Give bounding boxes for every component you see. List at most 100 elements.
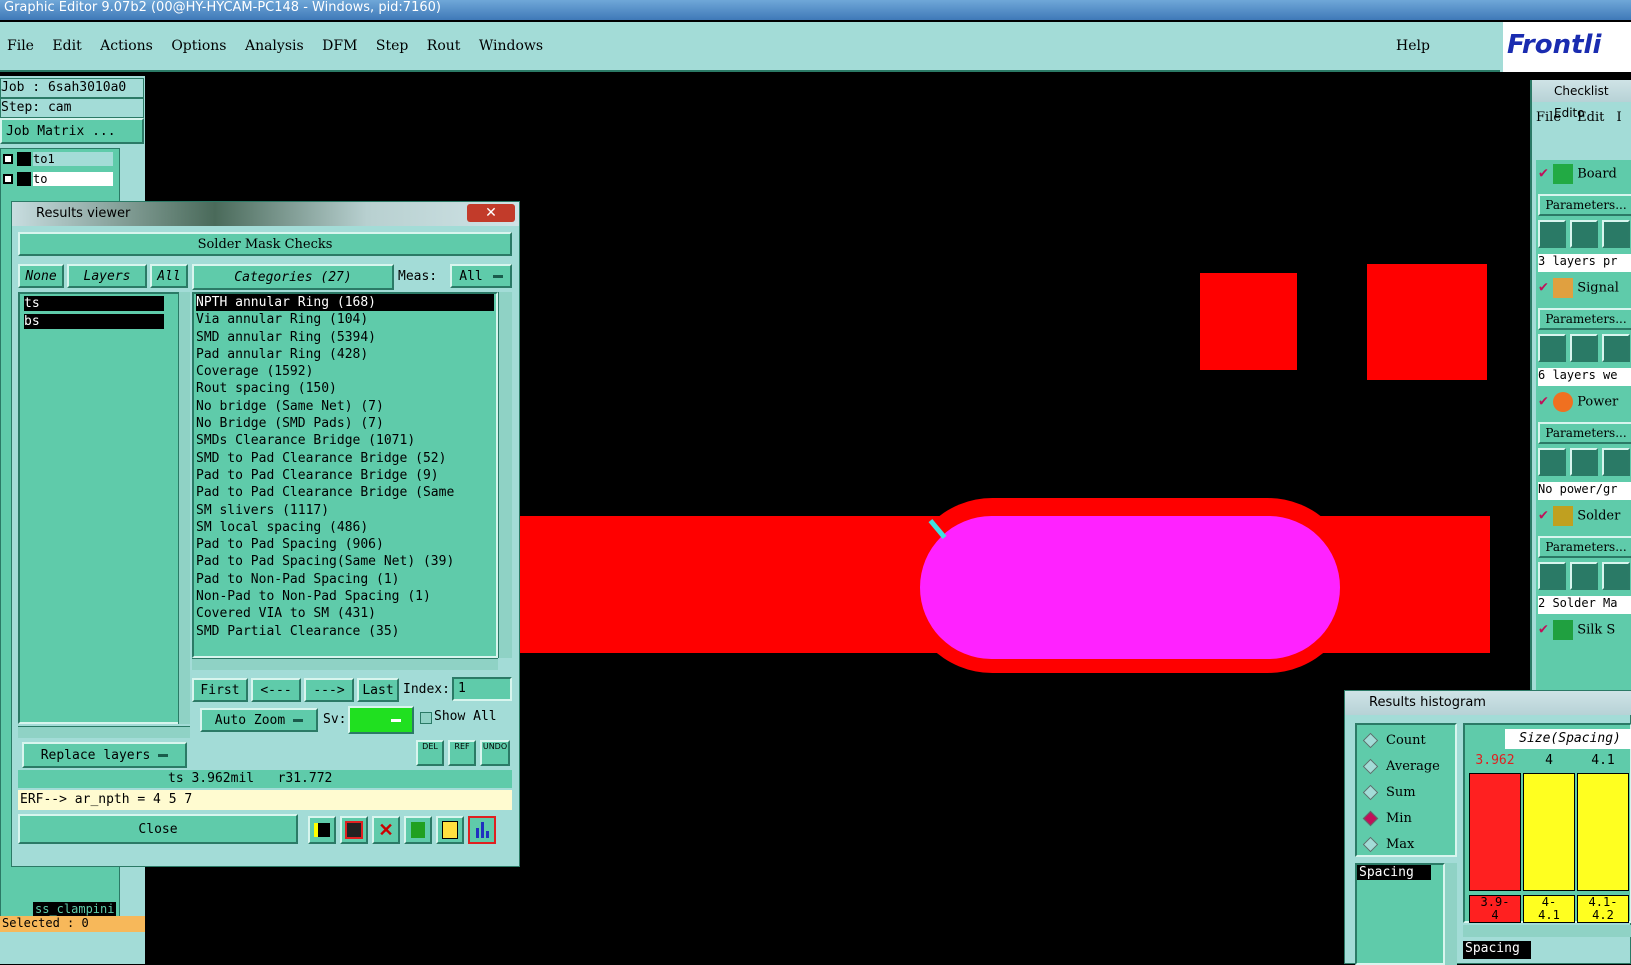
layer-row[interactable]: to1 — [3, 151, 115, 167]
category-item[interactable]: SMD Partial Clearance (35) — [196, 623, 494, 640]
layers-hscroll[interactable] — [18, 726, 190, 738]
categories-button[interactable]: Categories (27) — [192, 264, 394, 290]
menu-actions[interactable]: Actions — [100, 38, 153, 54]
check-row[interactable]: ✔ Signal — [1538, 278, 1619, 298]
replace-layers-select[interactable]: Replace layers — [22, 742, 187, 768]
categories-hscroll[interactable] — [192, 658, 498, 670]
histogram-list[interactable]: Spacing — [1355, 863, 1445, 965]
run-icon[interactable] — [1538, 562, 1566, 590]
run-icon[interactable] — [1538, 334, 1566, 362]
category-item[interactable]: Pad to Pad Clearance Bridge (Same — [196, 484, 494, 501]
categories-scrollbar[interactable] — [498, 292, 512, 658]
category-item[interactable]: Via annular Ring (104) — [196, 311, 494, 328]
run-icon[interactable] — [1570, 448, 1598, 476]
menu-step[interactable]: Step — [376, 38, 408, 54]
run-icon[interactable] — [1602, 220, 1630, 248]
close-button[interactable]: Close — [18, 814, 298, 844]
index-input[interactable]: 1 — [452, 677, 512, 701]
menu-windows[interactable]: Windows — [479, 38, 543, 54]
menu-help[interactable]: Help — [1396, 38, 1430, 54]
last-button[interactable]: Last — [357, 678, 399, 702]
none-button[interactable]: None — [18, 264, 64, 288]
highlight-icon[interactable] — [340, 816, 368, 844]
category-item[interactable]: SMDs Clearance Bridge (1071) — [196, 432, 494, 449]
layers-button[interactable]: Layers — [67, 264, 147, 288]
histogram-list-scrollbar[interactable] — [1445, 863, 1457, 965]
prev-button[interactable]: <--- — [251, 678, 301, 702]
menu-file[interactable]: File — [7, 38, 34, 54]
parameters-button[interactable]: Parameters... — [1538, 536, 1631, 558]
category-item[interactable]: SM local spacing (486) — [196, 519, 494, 536]
layer-row[interactable]: to — [3, 171, 115, 187]
menu-analysis[interactable]: Analysis — [245, 38, 304, 54]
category-item[interactable]: Coverage (1592) — [196, 363, 494, 380]
check-row[interactable]: ✔ Board — [1538, 164, 1617, 184]
option-count[interactable]: Count — [1357, 727, 1455, 753]
run-icon[interactable] — [1570, 562, 1598, 590]
category-item[interactable]: Pad to Pad Spacing(Same Net) (39) — [196, 553, 494, 570]
histogram-hscroll[interactable] — [1463, 925, 1631, 937]
category-item[interactable]: SM slivers (1117) — [196, 502, 494, 519]
run-icon[interactable] — [1602, 562, 1630, 590]
del-button[interactable]: DEL — [416, 740, 444, 766]
check-row[interactable]: ✔ Solder — [1538, 506, 1620, 526]
run-icon[interactable] — [1538, 448, 1566, 476]
flag-icon[interactable] — [308, 816, 336, 844]
layer-item[interactable]: bs — [24, 314, 164, 329]
first-button[interactable]: First — [192, 678, 248, 702]
meas-select[interactable]: All — [450, 264, 512, 288]
erf-clear-icon[interactable]: ✕ — [372, 816, 400, 844]
run-icon[interactable] — [1570, 334, 1598, 362]
category-item[interactable]: No Bridge (SMD Pads) (7) — [196, 415, 494, 432]
option-max[interactable]: Max — [1357, 831, 1455, 857]
close-icon[interactable]: ✕ — [467, 204, 515, 222]
category-item[interactable]: Non-Pad to Non-Pad Spacing (1) — [196, 588, 494, 605]
option-average[interactable]: Average — [1357, 753, 1455, 779]
category-item[interactable]: Covered VIA to SM (431) — [196, 605, 494, 622]
category-item[interactable]: Pad to Pad Clearance Bridge (9) — [196, 467, 494, 484]
job-matrix-button[interactable]: Job Matrix ... — [0, 118, 144, 144]
category-item[interactable]: Pad to Pad Spacing (906) — [196, 536, 494, 553]
category-item[interactable]: Pad to Non-Pad Spacing (1) — [196, 571, 494, 588]
checklist-menu-more[interactable]: I — [1617, 110, 1622, 125]
category-item[interactable]: NPTH annular Ring (168) — [196, 294, 494, 312]
run-icon[interactable] — [1602, 448, 1630, 476]
histogram-bar[interactable] — [1577, 773, 1629, 891]
report-icon[interactable] — [436, 816, 464, 844]
auto-zoom-select[interactable]: Auto Zoom — [200, 708, 318, 732]
menu-rout[interactable]: Rout — [427, 38, 461, 54]
next-button[interactable]: ---> — [304, 678, 354, 702]
layers-list[interactable]: ts bs — [18, 292, 183, 724]
histogram-icon[interactable] — [468, 816, 496, 844]
parameters-button[interactable]: Parameters... — [1538, 422, 1631, 444]
checklist-menu-edit[interactable]: Edit — [1577, 110, 1604, 125]
run-icon[interactable] — [1538, 220, 1566, 248]
parameters-button[interactable]: Parameters... — [1538, 194, 1631, 216]
undo-button[interactable]: UNDO — [480, 740, 510, 766]
show-all-checkbox[interactable] — [420, 712, 432, 724]
category-item[interactable]: No bridge (Same Net) (7) — [196, 398, 494, 415]
category-item[interactable]: SMD annular Ring (5394) — [196, 329, 494, 346]
check-row[interactable]: ✔ Silk S — [1538, 620, 1615, 640]
parameters-button[interactable]: Parameters... — [1538, 308, 1631, 330]
check-row[interactable]: ✔ Power — [1538, 392, 1618, 412]
layer-item[interactable]: ts — [24, 296, 164, 311]
category-item[interactable]: Rout spacing (150) — [196, 380, 494, 397]
option-min[interactable]: Min — [1357, 805, 1455, 831]
category-item[interactable]: Pad annular Ring (428) — [196, 346, 494, 363]
numbered-list-icon[interactable] — [404, 816, 432, 844]
checklist-menu-file[interactable]: File — [1536, 110, 1561, 125]
ref-button[interactable]: REF — [448, 740, 476, 766]
category-item[interactable]: SMD to Pad Clearance Bridge (52) — [196, 450, 494, 467]
menu-options[interactable]: Options — [171, 38, 226, 54]
list-item[interactable]: Spacing — [1357, 865, 1431, 880]
menu-dfm[interactable]: DFM — [322, 38, 357, 54]
menu-edit[interactable]: Edit — [52, 38, 81, 54]
all-button[interactable]: All — [150, 264, 188, 288]
run-icon[interactable] — [1602, 334, 1630, 362]
sv-color-select[interactable] — [348, 706, 414, 734]
histogram-bar[interactable] — [1469, 773, 1521, 891]
layers-scrollbar[interactable] — [178, 292, 190, 724]
run-icon[interactable] — [1570, 220, 1598, 248]
histogram-bar[interactable] — [1523, 773, 1575, 891]
